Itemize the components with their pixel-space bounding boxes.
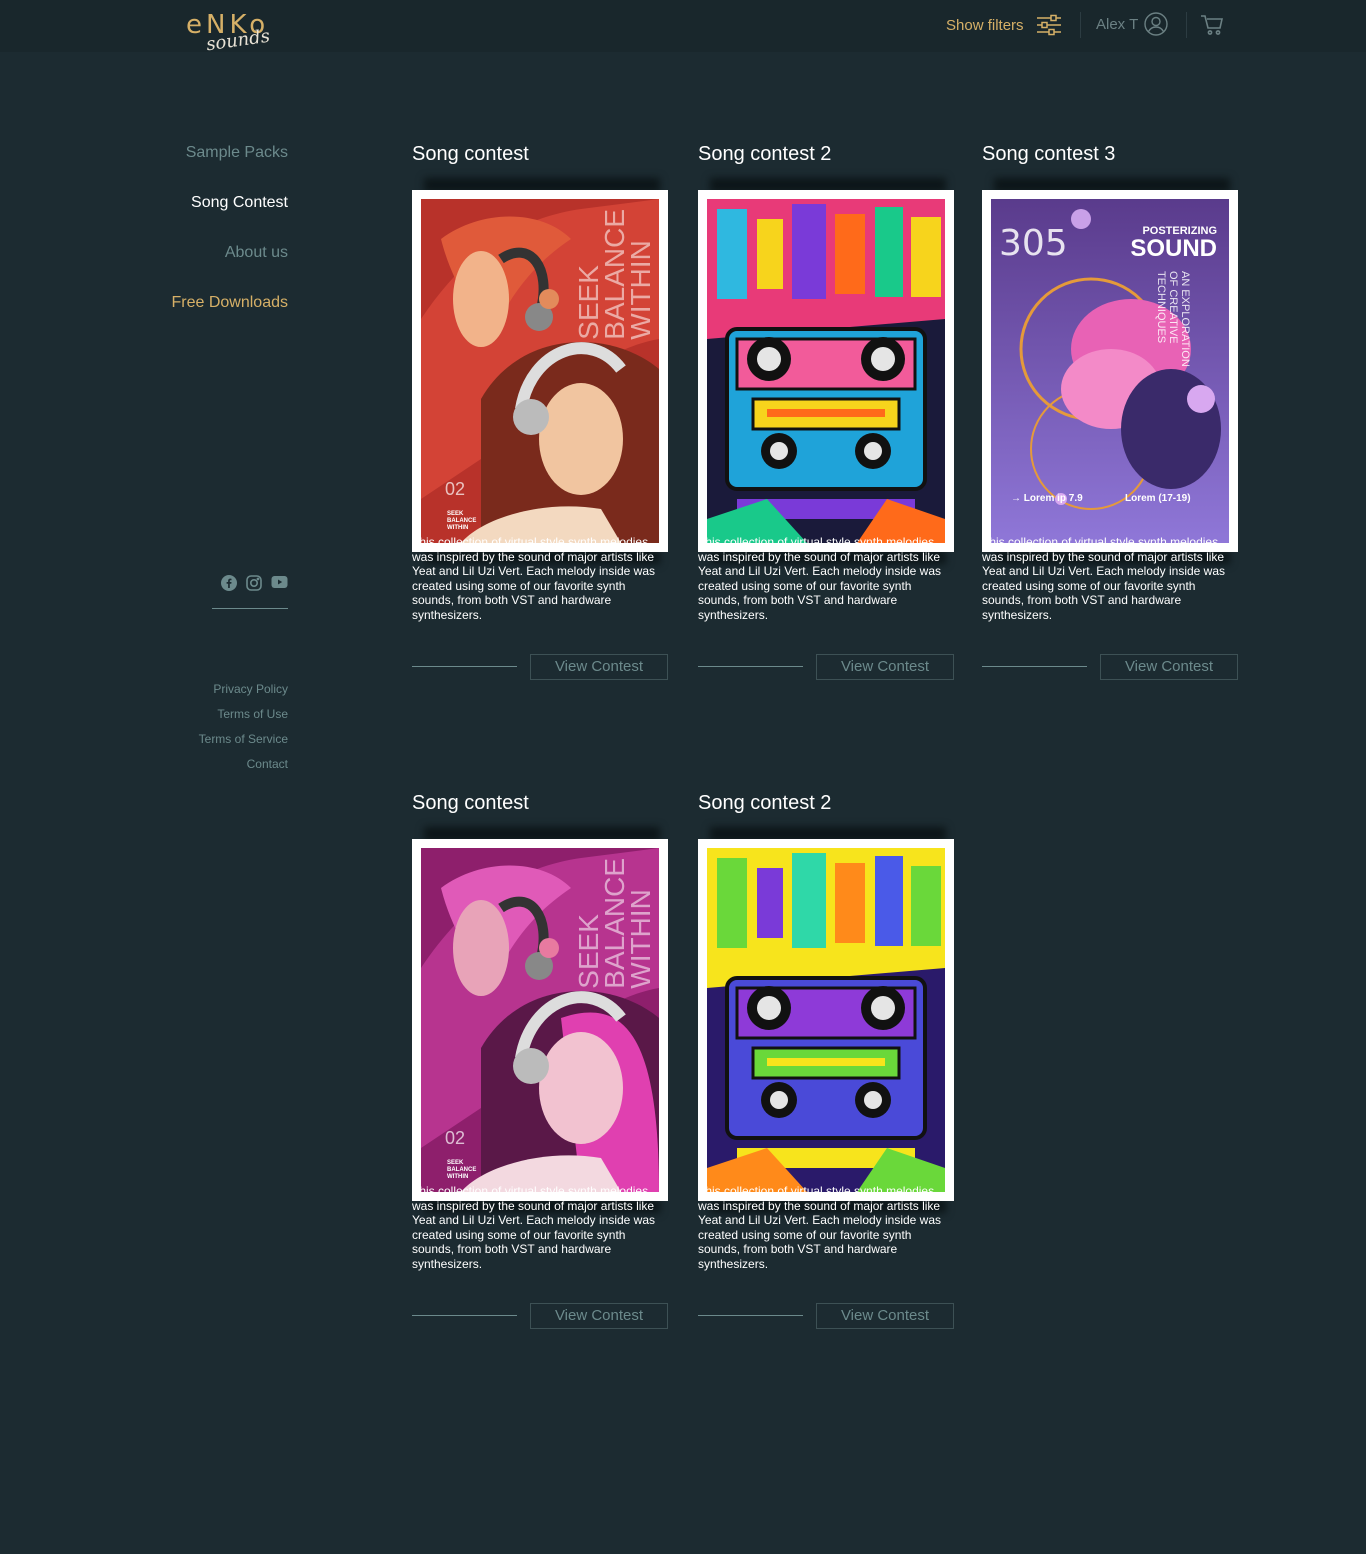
poster-art-boombox-colorful: [707, 199, 945, 543]
contest-poster[interactable]: [698, 839, 954, 1201]
contest-poster[interactable]: 305 POSTERIZING SOUND AN EXPLORATION OF …: [982, 190, 1238, 552]
contest-description: This collection of virtual style synth m…: [412, 1184, 656, 1271]
boombox-illustration: [707, 848, 945, 1192]
view-contest-button[interactable]: View Contest: [530, 654, 668, 680]
boombox-illustration: [707, 199, 945, 543]
poster-art-headphones-pink: SEEK BALANCE WITHIN 02 SEEK BALANCE WITH…: [421, 848, 659, 1192]
logo[interactable]: eNKo sounds: [186, 10, 296, 58]
view-contest-button[interactable]: View Contest: [816, 1303, 954, 1329]
poster-caption: SEEK BALANCE WITHIN: [447, 1160, 477, 1180]
user-name: Alex T: [1096, 15, 1139, 33]
user-menu[interactable]: Alex T: [1096, 12, 1168, 36]
contest-description: This collection of virtual style synth m…: [412, 535, 656, 622]
contest-title: Song contest 2: [698, 792, 832, 814]
filter-sliders-icon: [1036, 14, 1061, 36]
view-contest-button[interactable]: View Contest: [816, 654, 954, 680]
poster-art-headphones-red: SEEK BALANCE WITHIN 02 SEEK BALANCE WITH…: [421, 199, 659, 543]
contest-description: This collection of virtual style synth m…: [982, 535, 1226, 622]
contest-card: Song contest SEEK BALANCE WITHIN 02 SEEK…: [412, 789, 668, 1329]
user-avatar-icon: [1144, 12, 1168, 36]
poster-side-text: AN EXPLORATION OF CREATIVE TECHNIQUES: [1155, 271, 1191, 367]
sidebar-item-about-us[interactable]: About us: [100, 240, 288, 290]
poster-left-caption: → Lorem ip 7.9: [1011, 493, 1083, 504]
poster-vertical-title: SEEK BALANCE WITHIN: [573, 209, 656, 340]
contact-link[interactable]: Contact: [150, 755, 288, 780]
shopping-cart-icon: [1201, 15, 1223, 35]
contest-description: This collection of virtual style synth m…: [698, 1184, 942, 1271]
legal-links: Privacy Policy Terms of Use Terms of Ser…: [150, 680, 288, 780]
show-filters-button[interactable]: Show filters: [946, 14, 1062, 36]
sidebar-item-sample-packs[interactable]: Sample Packs: [100, 140, 288, 190]
poster-headline: SOUND: [1130, 235, 1217, 262]
poster-vertical-title: SEEK BALANCE WITHIN: [573, 858, 656, 989]
poster-right-caption: Lorem (17-19): [1125, 493, 1191, 504]
contest-card: Song contest 2 This collection of virtua…: [698, 789, 954, 1329]
contest-description: This collection of virtual style synth m…: [698, 535, 942, 622]
sidebar-nav: Sample Packs Song Contest About us Free …: [100, 140, 289, 340]
sidebar-item-free-downloads[interactable]: Free Downloads: [100, 290, 289, 340]
youtube-icon[interactable]: [271, 575, 288, 589]
contest-card: Song contest SEEK BALANCE WITHIN 02 SEEK…: [412, 140, 668, 680]
contest-title: Song contest: [412, 792, 529, 814]
social-links: [212, 575, 288, 591]
cta-divider: [698, 1315, 803, 1316]
view-contest-button[interactable]: View Contest: [530, 1303, 668, 1329]
poster-caption: SEEK BALANCE WITHIN: [447, 511, 477, 531]
contest-poster[interactable]: [698, 190, 954, 552]
contest-card: Song contest 3 305 POSTERIZING SOUND AN …: [982, 140, 1238, 680]
cta-divider: [698, 666, 803, 667]
show-filters-label: Show filters: [946, 16, 1024, 34]
poster-art-posterizing-sound: 305 POSTERIZING SOUND AN EXPLORATION OF …: [991, 199, 1229, 543]
sidebar-item-song-contest[interactable]: Song Contest: [100, 190, 288, 240]
cart-button[interactable]: [1200, 14, 1224, 41]
top-bar: eNKo sounds Show filters Alex T: [0, 0, 1366, 55]
header-divider: [1186, 12, 1187, 38]
cta-divider: [412, 1315, 517, 1316]
instagram-icon[interactable]: [246, 575, 262, 591]
view-contest-button[interactable]: View Contest: [1100, 654, 1238, 680]
privacy-policy-link[interactable]: Privacy Policy: [150, 680, 288, 705]
contest-title: Song contest 2: [698, 143, 832, 165]
terms-of-use-link[interactable]: Terms of Use: [150, 705, 288, 730]
terms-of-service-link[interactable]: Terms of Service: [150, 730, 288, 755]
facebook-icon[interactable]: [221, 575, 237, 591]
contest-poster[interactable]: SEEK BALANCE WITHIN 02 SEEK BALANCE WITH…: [412, 839, 668, 1201]
poster-art-boombox-neon: [707, 848, 945, 1192]
contest-title: Song contest: [412, 143, 529, 165]
poster-number: 02: [445, 1128, 466, 1148]
poster-number: 305: [999, 223, 1068, 264]
poster-number: 02: [445, 479, 466, 499]
contest-poster[interactable]: SEEK BALANCE WITHIN 02 SEEK BALANCE WITH…: [412, 190, 668, 552]
social-divider: [212, 608, 288, 609]
cta-divider: [412, 666, 517, 667]
contest-card: Song contest 2 This collection of virtua…: [698, 140, 954, 680]
cta-divider: [982, 666, 1087, 667]
header-divider: [1080, 12, 1081, 38]
contest-title: Song contest 3: [982, 143, 1116, 165]
